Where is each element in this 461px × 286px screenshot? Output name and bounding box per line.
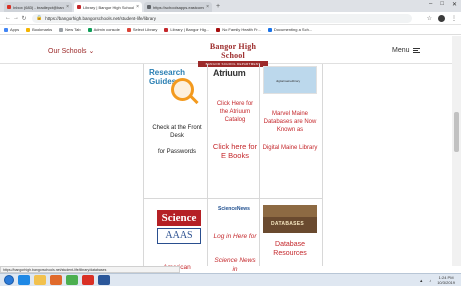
grid-line — [143, 198, 323, 199]
science-news-link[interactable]: Science News in — [212, 256, 258, 274]
passwords-text: for Passwords — [157, 149, 196, 155]
our-schools-dropdown[interactable]: Our Schools ⌄ — [48, 47, 94, 55]
health-icon — [216, 27, 221, 32]
site-header: Our Schools ⌄ Bangor High School BANGOR … — [0, 36, 452, 67]
admin-icon — [87, 27, 92, 32]
bookmark-bookmarks[interactable]: Bookmarks — [26, 27, 52, 32]
bookmarks-bar: Apps Bookmarks New Tab Admin console Sel… — [0, 25, 461, 35]
address-bar: ← → ↻ 🔒 https://bangorhigh.bangorschools… — [0, 12, 461, 25]
start-button[interactable] — [4, 275, 14, 285]
science-news-logo[interactable]: ScienceNews — [218, 206, 250, 212]
science-aaas-logo[interactable]: Science AAAS — [157, 210, 201, 244]
databases-image-stripe — [263, 205, 317, 217]
media-icon[interactable] — [50, 275, 62, 285]
bookmark-documenting[interactable]: Documenting a Sch... — [267, 27, 312, 32]
lock-icon: 🔒 — [36, 15, 43, 21]
volume-icon[interactable]: ♪ — [429, 278, 431, 283]
link-status-bar: https://bangorhigh.bangorschools.net/stu… — [0, 266, 180, 273]
tab-schoolsapps[interactable]: https://schoolsapps.eastcomm.edu × — [144, 2, 212, 12]
atriuum-catalog-link[interactable]: Click Here for the Atriuum Catalog — [212, 100, 258, 124]
chevron-down-icon: ⌄ — [88, 48, 95, 55]
clock[interactable]: 1:24 PM 10/3/2019 — [437, 275, 455, 285]
profile-avatar[interactable] — [438, 14, 445, 22]
window-controls: – □ ✕ — [429, 1, 457, 8]
bookmark-library-bangor[interactable]: Library | Bangor Hig... — [164, 27, 209, 32]
ie-icon[interactable] — [18, 275, 30, 285]
system-tray: ▲ ♪ 1:24 PM 10/3/2019 — [419, 275, 455, 285]
magnifier-handle — [189, 94, 199, 105]
forward-arrow-icon[interactable]: → — [12, 15, 20, 21]
url-input[interactable]: 🔒 https://bangorhigh.bangorschools.net/s… — [32, 13, 412, 23]
bookmark-apps[interactable]: Apps — [4, 27, 19, 32]
login-link[interactable]: Log in Here for — [212, 232, 258, 241]
new-tab-button[interactable]: + — [216, 2, 220, 12]
menu-button[interactable]: Menu — [392, 47, 420, 54]
tab-inbox[interactable]: Inbox (683) - bradleyct@bangor... × — [4, 2, 72, 12]
grid-line — [143, 64, 144, 266]
close-window-button[interactable]: ✕ — [452, 1, 457, 8]
clock-date: 10/3/2019 — [437, 279, 455, 285]
chrome-icon[interactable] — [66, 275, 78, 285]
chrome-alt-icon[interactable] — [82, 275, 94, 285]
explorer-icon[interactable] — [34, 275, 46, 285]
bookmark-select-library[interactable]: Select Library — [126, 27, 157, 32]
url-text: https://bangorhigh.bangorschools.net/stu… — [45, 15, 157, 21]
database-resources-link[interactable]: Database Resources — [262, 240, 318, 258]
back-arrow-icon[interactable]: ← — [4, 15, 12, 21]
ebooks-link[interactable]: Click here for E Books — [212, 142, 258, 160]
maximize-button[interactable]: □ — [440, 1, 444, 8]
grid-line — [322, 64, 323, 266]
close-tab-icon[interactable]: × — [66, 4, 69, 10]
library-icon — [126, 27, 131, 32]
reload-icon[interactable]: ↻ — [20, 15, 28, 22]
more-menu-icon[interactable]: ⋮ — [451, 15, 457, 22]
page-scrollbar[interactable] — [452, 36, 461, 266]
tab-bar: Inbox (683) - bradleyct@bangor... × Libr… — [0, 0, 461, 12]
close-tab-icon[interactable]: × — [136, 4, 139, 10]
minimize-button[interactable]: – — [429, 1, 432, 8]
doc-icon — [267, 27, 272, 32]
aaas-logo-text: AAAS — [157, 228, 201, 244]
word-icon[interactable] — [98, 275, 110, 285]
digital-maine-link[interactable]: Digital Maine Library — [262, 144, 318, 152]
school-favicon-icon — [77, 5, 81, 9]
page-icon — [59, 27, 64, 32]
school-icon — [164, 27, 169, 32]
network-icon[interactable]: ▲ — [419, 278, 423, 283]
windows-taskbar: ▲ ♪ 1:24 PM 10/3/2019 — [0, 273, 461, 286]
grid-line — [207, 64, 208, 266]
star-icon — [26, 27, 31, 32]
apps-grid-icon — [4, 27, 8, 32]
gmail-favicon-icon — [7, 5, 11, 9]
marvel-maine-text: Marvel Maine Databases are Now Known as — [263, 111, 317, 133]
hamburger-icon — [412, 48, 420, 53]
grid-line — [259, 64, 260, 266]
atriuum-logo[interactable]: Atriuum — [213, 68, 258, 78]
databases-image[interactable]: DATABASES — [263, 205, 317, 233]
scroll-thumb[interactable] — [454, 112, 459, 152]
logo-title: Bangor High School — [209, 42, 257, 60]
tab-label: Inbox (683) - bradleyct@bangor... — [13, 4, 64, 10]
science-logo-text: Science — [157, 210, 201, 226]
tab-label: Library | Bangor High School — [83, 4, 135, 10]
databases-image-text: DATABASES — [271, 221, 305, 227]
close-tab-icon[interactable]: × — [206, 4, 209, 10]
bookmark-new-tab[interactable]: New Tab — [59, 27, 81, 32]
bookmark-admin[interactable]: Admin console — [87, 27, 120, 32]
research-guides-logo[interactable]: Research Guides — [149, 68, 205, 108]
tab-library[interactable]: Library | Bangor High School × — [74, 2, 142, 12]
bookmark-family-health[interactable]: No Family Health Fr... — [216, 27, 261, 32]
check-front-desk-text: Check at the Front Desk — [152, 125, 202, 139]
tab-label: https://schoolsapps.eastcomm.edu — [153, 4, 204, 10]
digital-maine-library-logo[interactable]: digitalmainelibrary — [263, 66, 317, 94]
star-icon[interactable]: ☆ — [427, 15, 432, 22]
maine-logo-text: digitalmainelibrary — [276, 79, 301, 83]
page-favicon-icon — [147, 5, 151, 9]
